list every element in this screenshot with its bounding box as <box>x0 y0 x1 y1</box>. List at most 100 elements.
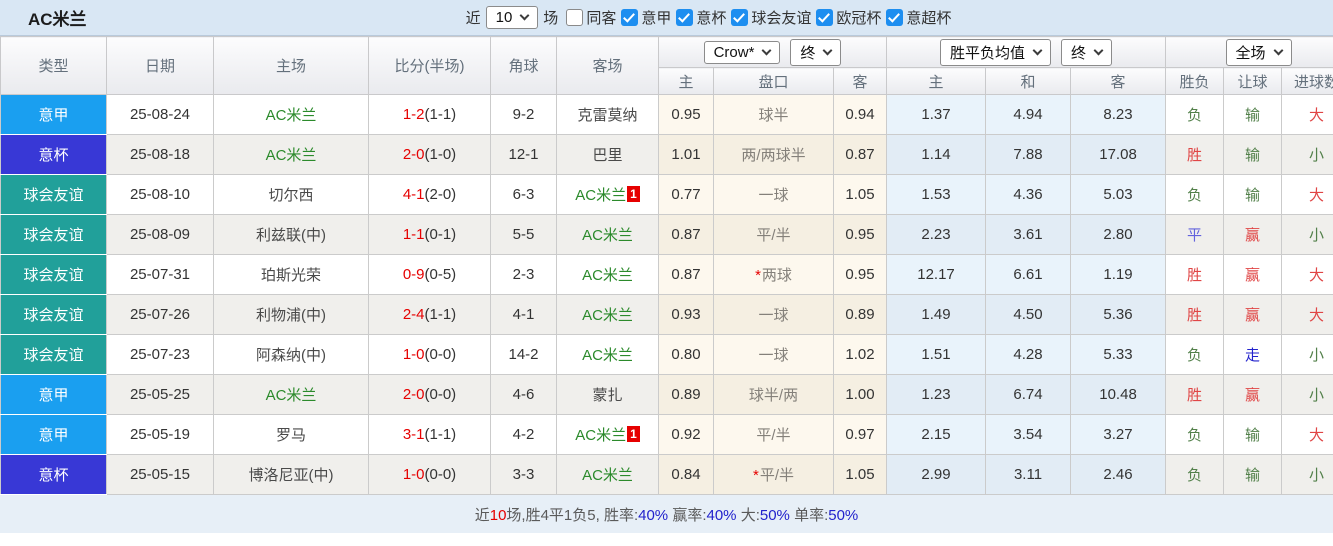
scope-select[interactable]: 全场 <box>1225 38 1292 66</box>
home-team[interactable]: 珀斯光荣 <box>213 254 369 295</box>
away-team[interactable]: AC米兰 <box>556 454 659 495</box>
checkbox-unchecked-icon[interactable] <box>566 9 584 26</box>
filter-意杯[interactable]: 意杯 <box>676 7 726 28</box>
team-name[interactable]: AC米兰 <box>582 227 633 244</box>
ah-handicap-line: *平/半 <box>713 454 834 495</box>
checkbox-checked-icon[interactable] <box>731 9 749 26</box>
result-win-lose: 负 <box>1165 94 1225 135</box>
result-group-header: 全场 <box>1165 36 1333 68</box>
away-team[interactable]: 巴里 <box>556 134 659 175</box>
asian-odds-stage-value: 终 <box>800 44 816 62</box>
league-badge: 意杯 <box>0 134 107 175</box>
team-name[interactable]: 阿森纳(中) <box>256 347 326 364</box>
odds-away-win: 5.36 <box>1070 294 1167 335</box>
home-team[interactable]: AC米兰 <box>213 134 369 175</box>
team-name[interactable]: AC米兰 <box>582 267 633 284</box>
ah-handicap-line: 平/半 <box>713 214 834 255</box>
team-name[interactable]: 切尔西 <box>268 187 313 204</box>
ah-home-odds: 0.89 <box>658 374 714 415</box>
filter-同客[interactable]: 同客 <box>566 7 616 28</box>
table-row: 意甲 25-05-19 罗马 3-1(1-1) 4-2 AC米兰 1 0.92 平… <box>0 414 1333 455</box>
away-team[interactable]: AC米兰 <box>556 254 659 295</box>
line-changed-star: * <box>755 267 761 284</box>
away-team[interactable]: AC米兰 1 <box>556 174 659 215</box>
table-row: 意杯 25-05-15 博洛尼亚(中) 1-0(0-0) 3-3 AC米兰 0.… <box>0 454 1333 495</box>
table-row: 意杯 25-08-18 AC米兰 2-0(1-0) 12-1 巴里 1.01 两… <box>0 134 1333 175</box>
home-team[interactable]: 利兹联(中) <box>213 214 369 255</box>
home-team[interactable]: 阿森纳(中) <box>213 334 369 375</box>
away-team[interactable]: AC米兰 <box>556 294 659 335</box>
team-name[interactable]: 博洛尼亚(中) <box>249 467 334 484</box>
home-team[interactable]: 罗马 <box>213 414 369 455</box>
corner-score: 4-6 <box>490 374 557 415</box>
team-name[interactable]: 巴里 <box>592 147 622 164</box>
away-team[interactable]: AC米兰 1 <box>556 414 659 455</box>
odds-away-win: 1.19 <box>1070 254 1167 295</box>
team-name[interactable]: 利物浦(中) <box>256 307 326 324</box>
checkbox-checked-icon[interactable] <box>676 9 694 26</box>
odds-home-win: 1.23 <box>886 374 987 415</box>
odds-draw: 3.11 <box>985 454 1072 495</box>
away-team[interactable]: 克雷莫纳 <box>556 94 659 135</box>
ah-handicap-line: 球半 <box>713 94 834 135</box>
odds-draw: 3.54 <box>985 414 1072 455</box>
checkbox-checked-icon[interactable] <box>621 9 639 26</box>
filter-欧冠杯[interactable]: 欧冠杯 <box>816 7 881 28</box>
corner-score: 2-3 <box>490 254 557 295</box>
team-name[interactable]: 利兹联(中) <box>256 227 326 244</box>
matches-table: 类型 日期 主场 比分(半场) 角球 客场 Crow* 终 胜平负均值 终 全场… <box>0 36 1333 495</box>
checkbox-checked-icon[interactable] <box>886 9 904 26</box>
result-goals: 大 <box>1281 174 1333 215</box>
team-name[interactable]: 罗马 <box>276 427 306 444</box>
chevron-down-icon <box>519 10 530 21</box>
league-badge: 球会友谊 <box>0 294 107 335</box>
team-name[interactable]: AC米兰 <box>266 387 317 404</box>
team-name[interactable]: AC米兰 <box>582 467 633 484</box>
col-type: 类型 <box>0 36 107 95</box>
home-team[interactable]: 博洛尼亚(中) <box>213 454 369 495</box>
result-goals: 大 <box>1281 254 1333 295</box>
odds-home-win: 1.53 <box>886 174 987 215</box>
league-badge: 意甲 <box>0 374 107 415</box>
filter-球会友谊[interactable]: 球会友谊 <box>731 7 811 28</box>
home-team[interactable]: 切尔西 <box>213 174 369 215</box>
home-team[interactable]: AC米兰 <box>213 94 369 135</box>
away-team[interactable]: AC米兰 <box>556 334 659 375</box>
team-name[interactable]: 克雷莫纳 <box>577 107 637 124</box>
odds-away-win: 10.48 <box>1070 374 1167 415</box>
league-badge: 球会友谊 <box>0 174 107 215</box>
europe-odds-select[interactable]: 胜平负均值 <box>940 38 1052 66</box>
asian-odds-stage-select[interactable]: 终 <box>790 38 842 66</box>
europe-odds-stage-select[interactable]: 终 <box>1061 38 1113 66</box>
home-team[interactable]: 利物浦(中) <box>213 294 369 335</box>
team-name[interactable]: 珀斯光荣 <box>261 267 321 284</box>
home-team[interactable]: AC米兰 <box>213 374 369 415</box>
red-card-count-badge: 1 <box>627 426 640 442</box>
corner-score: 14-2 <box>490 334 557 375</box>
ah-handicap-line: 球半/两 <box>713 374 834 415</box>
result-win-lose: 负 <box>1165 414 1225 455</box>
asian-odds-group-header: Crow* 终 <box>657 36 888 68</box>
team-name[interactable]: AC米兰 <box>582 347 633 364</box>
team-name[interactable]: AC米兰 <box>582 307 633 324</box>
ah-handicap-line: *两球 <box>713 254 834 295</box>
checkbox-checked-icon[interactable] <box>816 9 834 26</box>
filter-label: 意甲 <box>641 10 672 27</box>
recent-count-select[interactable]: 10 <box>485 6 539 29</box>
team-name[interactable]: AC米兰 <box>575 187 626 204</box>
team-name[interactable]: AC米兰 <box>266 107 317 124</box>
filter-意甲[interactable]: 意甲 <box>621 7 671 28</box>
result-win-lose: 胜 <box>1165 374 1225 415</box>
away-team[interactable]: 蒙扎 <box>556 374 659 415</box>
team-name[interactable]: 蒙扎 <box>592 387 622 404</box>
team-name[interactable]: AC米兰 <box>575 427 626 444</box>
away-team[interactable]: AC米兰 <box>556 214 659 255</box>
team-name[interactable]: AC米兰 <box>266 147 317 164</box>
filter-意超杯[interactable]: 意超杯 <box>886 7 951 28</box>
match-date: 25-05-19 <box>106 414 214 455</box>
odds-away-win: 5.33 <box>1070 334 1167 375</box>
red-card-count-badge: 1 <box>627 186 640 202</box>
ah-home-odds: 0.87 <box>658 254 714 295</box>
odds-home-win: 1.49 <box>886 294 987 335</box>
odds-company-select[interactable]: Crow* <box>703 40 781 64</box>
